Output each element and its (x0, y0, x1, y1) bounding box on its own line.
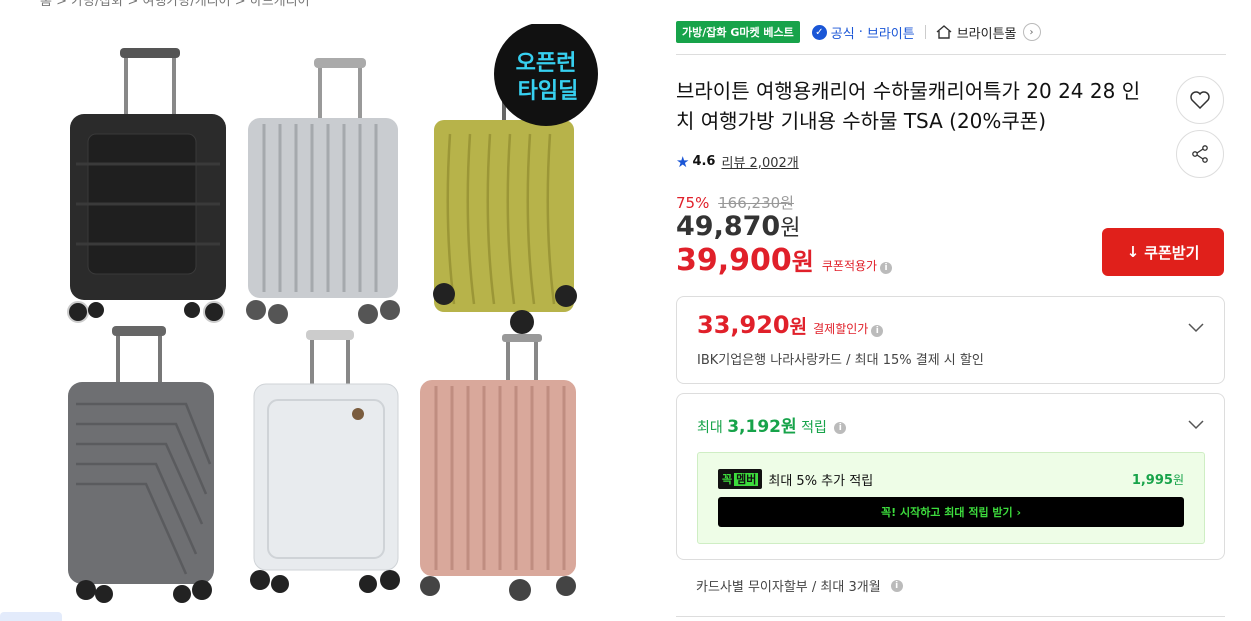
rating: ★ 4.6 리뷰 2,002개 (676, 152, 799, 172)
rating-score: 4.6 (692, 154, 716, 169)
info-icon[interactable]: i (834, 422, 847, 434)
share-icon (1192, 145, 1208, 163)
best-badge[interactable]: 가방/잡화 G마켓 베스트 (676, 21, 800, 43)
card-discount-desc: IBK기업은행 나라사랑카드 / 최대 15% 결제 시 할인 (697, 353, 984, 368)
get-coupon-button[interactable]: ↓ 쿠폰받기 (1102, 228, 1224, 276)
product-title: 브라이튼 여행용캐리어 수하물캐리어특가 20 24 28 인치 여행가방 기내… (676, 79, 1141, 133)
breadcrumb[interactable]: 홈 > 가방/잡화 > 여행가방/캐리어 > 하드캐리어 (40, 0, 310, 9)
membership-cta-button[interactable]: 꼭! 시작하고 최대 적립 받기 › (718, 497, 1184, 527)
coupon-price-label: 쿠폰적용가 (821, 259, 878, 273)
star-icon: ★ (676, 152, 690, 171)
membership-logo: 꼭 멤버 (718, 469, 763, 489)
share-button[interactable] (1176, 130, 1224, 178)
heart-icon (1190, 91, 1210, 109)
card-discount-box[interactable]: 33,920 원 결제할인가 i IBK기업은행 나라사랑카드 / 최대 15% … (676, 296, 1225, 384)
home-icon (936, 25, 952, 39)
chevron-right-icon: › (1022, 23, 1041, 41)
info-icon[interactable]: i (871, 325, 884, 337)
store-name: 브라이튼몰 (956, 26, 1017, 42)
membership-text: 최대 5% 추가 적립 (768, 473, 874, 489)
points-heading: 최대 3,192원 적립 i (697, 412, 847, 437)
membership-promo: 꼭 멤버 최대 5% 추가 적립 1,995원 꼭! 시작하고 최대 적립 받기 … (697, 452, 1205, 544)
card-discount-price: 33,920 원 결제할인가 i (697, 311, 884, 339)
wishlist-button[interactable] (1176, 76, 1224, 124)
suitcase-collage-image: 오픈런 타임딜 (67, 22, 598, 603)
chevron-down-icon[interactable] (1188, 416, 1204, 432)
official-badge[interactable]: ✓ 공식 · 브라이튼 (811, 23, 915, 42)
verified-check-icon: ✓ (811, 24, 827, 40)
info-icon[interactable]: i (890, 579, 903, 592)
sticker-text-1: 오픈런 (516, 50, 577, 75)
official-label: 공식 (830, 26, 855, 42)
product-image[interactable]: 오픈런 타임딜 (46, 22, 616, 614)
store-link[interactable]: 브라이튼몰 › (936, 23, 1041, 42)
chevron-down-icon[interactable] (1188, 319, 1204, 335)
installment-info: 카드사별 무이자할부 / 최대 3개월 i (696, 576, 903, 595)
download-arrow-icon: ↓ (1126, 243, 1140, 261)
thumbnail-selected[interactable] (0, 612, 62, 621)
coupon-price: 39,900 원 쿠폰적용가 i (676, 242, 893, 278)
points-box: 최대 3,192원 적립 i 꼭 멤버 최대 5% 추가 적립 1,995원 꼭!… (676, 393, 1225, 560)
review-count-link[interactable]: 리뷰 2,002개 (721, 152, 798, 171)
membership-amount: 1,995원 (1131, 473, 1184, 488)
brand-label: 브라이튼 (866, 26, 915, 42)
sale-price: 49,870원 (676, 211, 801, 242)
badge-row: 가방/잡화 G마켓 베스트 ✓ 공식 · 브라이튼 브라이튼몰 › (676, 18, 1226, 55)
sticker-text-2: 타임딜 (518, 78, 579, 103)
info-icon[interactable]: i (880, 262, 893, 274)
product-info-panel: 가방/잡화 G마켓 베스트 ✓ 공식 · 브라이튼 브라이튼몰 › 브라이튼 여… (676, 18, 1226, 617)
